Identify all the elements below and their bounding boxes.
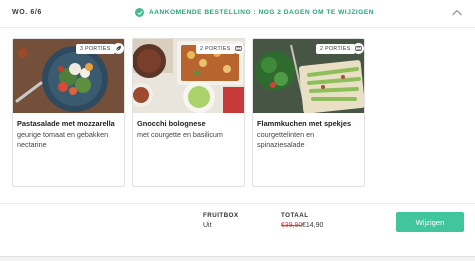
total-label: TOTAAL [281,212,309,219]
total-original-price: €39,90 [281,222,303,229]
recipe-card[interactable]: 3 PORTIES Pastasalade met mozzarella geu… [12,38,125,187]
recipe-subtitle: courgettelinten en spinaziesalade [257,130,315,149]
portions-badge: 2 PORTIES [196,44,235,54]
leaf-icon [113,43,124,54]
recipe-subtitle: geurige tomaat en gebakken nectarine [17,130,109,149]
recipe-card[interactable]: 2 PORTIES Gnocchi bolognese met courgett… [132,38,245,187]
order-status: AANKOMENDE BESTELLING : NOG 2 DAGEN OM T… [135,8,374,17]
fruitbox-label: FRUITBOX [203,212,239,219]
upcoming-order-card: WO. 6/6 AANKOMENDE BESTELLING : NOG 2 DA… [0,0,475,257]
status-text: AANKOMENDE BESTELLING : NOG 2 DAGEN OM T… [149,9,375,16]
divider [0,203,475,204]
recipe-title: Pastasalade met mozzarella [17,119,115,128]
recipe-list: 3 PORTIES Pastasalade met mozzarella geu… [12,38,365,187]
recipe-title: Flammkuchen met spekjes [257,119,352,128]
fruitbox-value: Uit [203,222,212,229]
recipe-photo: 3 PORTIES [13,39,124,113]
portions-badge: 2 PORTIES [316,44,355,54]
chevron-up-icon[interactable] [450,6,464,20]
total-price: €14,90 [302,222,324,229]
week-label: WO. 6/6 [12,9,42,16]
edit-order-button[interactable]: Wijzigen [396,212,464,232]
recipe-photo: 2 PORTIES [133,39,244,113]
order-header: WO. 6/6 AANKOMENDE BESTELLING : NOG 2 DA… [0,0,475,28]
recipe-subtitle: met courgette en basilicum [137,130,223,139]
recipe-photo: 2 PORTIES [253,39,364,113]
recipe-card[interactable]: 2 PORTIES Flammkuchen met spekjes courge… [252,38,365,187]
portions-badge: 3 PORTIES [76,44,115,54]
check-circle-icon [135,8,144,17]
oven-dish-icon [353,43,364,54]
oven-dish-icon [233,43,244,54]
recipe-title: Gnocchi bolognese [137,119,206,128]
